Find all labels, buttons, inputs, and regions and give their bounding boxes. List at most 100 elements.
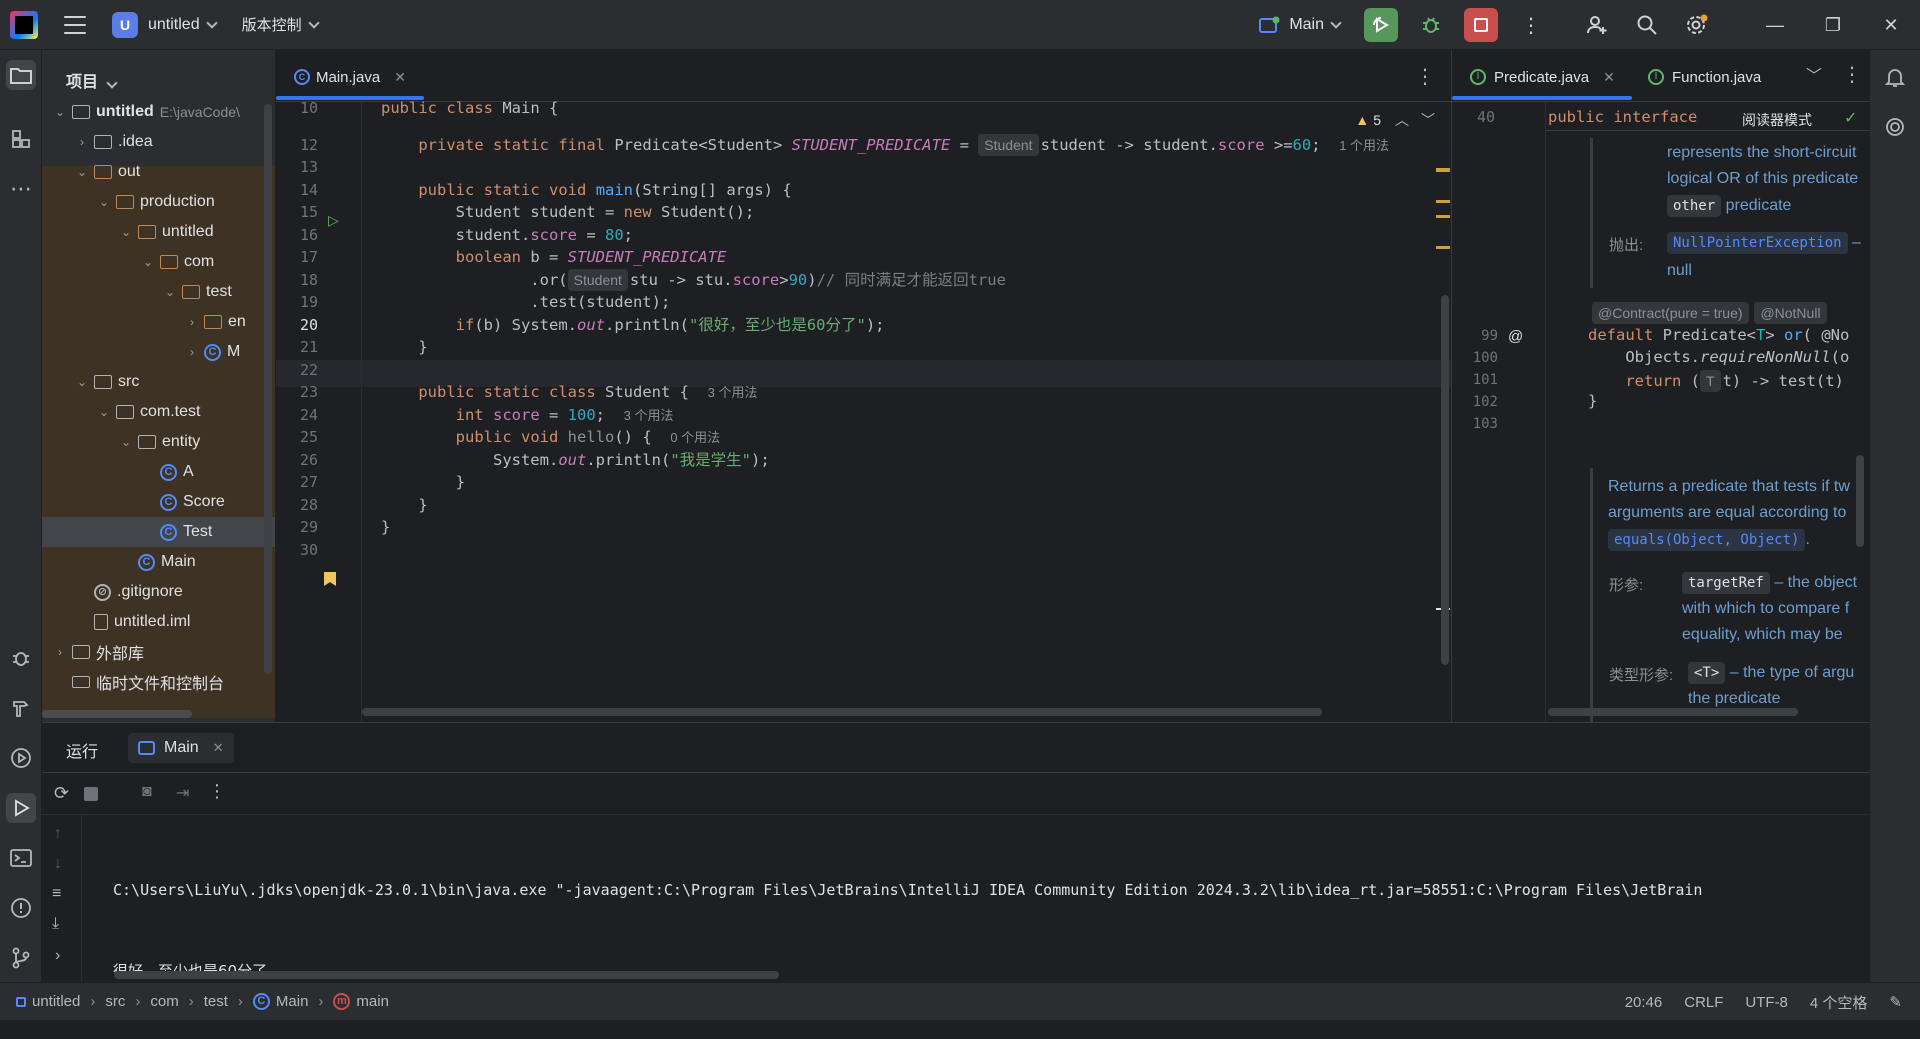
rerun-icon[interactable]: ⟳ xyxy=(54,783,69,804)
code-line[interactable]: } xyxy=(381,514,390,541)
tree-item[interactable]: ⌄ untitled E:\javaCode\ xyxy=(42,97,275,127)
tab-main-java[interactable]: C Main.java ✕ xyxy=(290,60,406,94)
project-panel-title[interactable]: 项目 xyxy=(66,68,118,92)
git-branch-icon[interactable] xyxy=(6,943,36,973)
chevron-down-icon[interactable]: ⌄ xyxy=(74,165,90,179)
code-line[interactable]: if(b) System.out.println("很好，至少也是60分了"); xyxy=(381,312,885,339)
breadcrumb-item[interactable]: m main xyxy=(333,993,389,1010)
tree-item[interactable]: C Score xyxy=(42,487,275,517)
chevron-down-icon[interactable]: ⌄ xyxy=(52,105,68,119)
more-actions-icon[interactable]: ⋮ xyxy=(1514,8,1548,42)
breadcrumb-item[interactable]: C Main xyxy=(252,993,308,1010)
tree-item[interactable]: ⌄ com.test xyxy=(42,397,275,427)
more-tools-icon[interactable]: ⋯ xyxy=(6,174,36,204)
scroll-to-end-icon[interactable]: ⤓ xyxy=(52,915,59,933)
exit-icon[interactable]: ⇥ xyxy=(176,783,189,803)
chevron-down-icon[interactable]: ⌄ xyxy=(118,435,134,449)
line-separator[interactable]: CRLF xyxy=(1684,994,1723,1011)
warning-stripe[interactable] xyxy=(1436,246,1450,249)
breadcrumb-item[interactable]: com xyxy=(150,993,178,1010)
terminal-icon[interactable] xyxy=(6,843,36,873)
close-window-icon[interactable]: ✕ xyxy=(1862,0,1920,50)
tree-item[interactable]: CA xyxy=(42,457,275,487)
search-icon[interactable] xyxy=(1630,8,1664,42)
chevron-right-icon[interactable]: › xyxy=(74,135,90,149)
settings-gear-icon[interactable] xyxy=(1680,8,1714,42)
breadcrumb-item[interactable]: src xyxy=(105,993,125,1010)
warning-stripe[interactable] xyxy=(1436,215,1450,218)
tree-item[interactable]: ⌄ out xyxy=(42,157,275,187)
debug-tool-icon[interactable] xyxy=(6,643,36,673)
chevron-down-icon[interactable]: ⌄ xyxy=(118,225,134,239)
problems-icon[interactable] xyxy=(6,893,36,923)
run-config-selector[interactable]: Main xyxy=(1259,0,1342,50)
split-vertical-scrollbar[interactable] xyxy=(1856,455,1864,547)
notifications-bell-icon[interactable] xyxy=(1880,62,1910,92)
chevron-down-icon[interactable]: ⌄ xyxy=(96,195,112,209)
indent-setting[interactable]: 4 个空格 xyxy=(1810,992,1868,1013)
project-badge[interactable]: U xyxy=(112,11,138,38)
tree-item[interactable]: ⌄ test xyxy=(42,277,275,307)
tree-item[interactable]: ⌄ src xyxy=(42,367,275,397)
code-line[interactable]: Objects.requireNonNull(o xyxy=(1588,348,1849,366)
vertical-scrollbar[interactable] xyxy=(264,104,272,674)
editor-vertical-scrollbar[interactable] xyxy=(1441,295,1449,665)
chevron-right-icon[interactable]: › xyxy=(184,315,200,329)
breadcrumb-item[interactable]: untitled xyxy=(16,993,80,1010)
minimize-icon[interactable]: — xyxy=(1746,0,1804,50)
chevron-down-icon[interactable]: ⌄ xyxy=(140,255,156,269)
tree-item[interactable]: ⌄ entity xyxy=(42,427,275,457)
arrow-down-icon[interactable]: ↓ xyxy=(54,855,62,873)
prev-highlight-icon[interactable]: ︿ xyxy=(1395,110,1409,130)
tree-item[interactable]: untitled.iml xyxy=(42,607,275,637)
debug-button[interactable] xyxy=(1414,8,1448,42)
chevron-down-icon[interactable]: ⌄ xyxy=(74,375,90,389)
tree-item[interactable]: › 外部库 xyxy=(42,637,275,667)
camera-icon[interactable]: ◙ xyxy=(142,783,152,801)
override-at-icon[interactable]: @ xyxy=(1508,328,1523,345)
build-hammer-icon[interactable] xyxy=(6,693,36,723)
close-tab-icon[interactable]: ✕ xyxy=(1603,69,1615,86)
inspection-widget[interactable]: ▲ 5 ︿ ﹀ xyxy=(1355,110,1435,130)
bookmark-icon[interactable] xyxy=(324,572,336,586)
tree-item[interactable]: ⌄ untitled xyxy=(42,217,275,247)
caret-position[interactable]: 20:46 xyxy=(1625,994,1663,1011)
chevron-down-icon[interactable]: ⌄ xyxy=(96,405,112,419)
arrow-up-icon[interactable]: ↑ xyxy=(54,825,62,843)
project-folder-icon[interactable] xyxy=(6,60,36,90)
code-line[interactable]: default Predicate<T> or( @No xyxy=(1588,326,1849,344)
tree-item[interactable]: ⌄ production xyxy=(42,187,275,217)
breadcrumb-item[interactable]: test xyxy=(204,993,228,1010)
add-user-icon[interactable] xyxy=(1580,8,1614,42)
editor-horizontal-scrollbar[interactable] xyxy=(362,708,1322,716)
equals-link[interactable]: equals(Object, Object) xyxy=(1608,529,1806,551)
tree-item[interactable]: › C M xyxy=(42,337,275,367)
project-selector[interactable]: untitled xyxy=(148,0,218,50)
console-horizontal-scrollbar[interactable] xyxy=(114,971,779,979)
expand-icon[interactable]: › xyxy=(55,947,60,965)
tree-item[interactable]: ⌄ com xyxy=(42,247,275,277)
run-tool-icon[interactable] xyxy=(6,793,36,823)
rerun-button[interactable] xyxy=(1364,8,1398,42)
tab-function-java[interactable]: I Function.java xyxy=(1648,60,1761,94)
tab-predicate-java[interactable]: I Predicate.java ✕ xyxy=(1470,60,1615,94)
chevron-right-icon[interactable]: › xyxy=(52,645,68,659)
chevron-right-icon[interactable]: › xyxy=(184,345,200,359)
close-tab-icon[interactable]: ✕ xyxy=(394,69,406,86)
warning-stripe[interactable] xyxy=(1436,168,1450,172)
tree-item[interactable]: C Test xyxy=(42,517,275,547)
warning-stripe[interactable] xyxy=(1436,200,1450,203)
vcs-menu[interactable]: 版本控制 xyxy=(242,0,320,50)
horizontal-scrollbar[interactable] xyxy=(42,710,192,718)
services-icon[interactable] xyxy=(6,743,36,773)
tab-options-icon[interactable]: ⋮ xyxy=(1842,62,1862,87)
tree-item[interactable]: 临时文件和控制台 xyxy=(42,667,275,697)
soft-wrap-icon[interactable]: ≡ xyxy=(52,885,61,903)
stop-button[interactable] xyxy=(1464,8,1498,42)
tree-item[interactable]: C Main xyxy=(42,547,275,577)
split-horizontal-scrollbar[interactable] xyxy=(1548,708,1798,716)
reader-mode-toggle[interactable]: 阅读器模式 xyxy=(1742,110,1812,130)
tree-item[interactable]: ⊘ .gitignore xyxy=(42,577,275,607)
more-actions-icon[interactable]: ⋮ xyxy=(208,781,226,802)
tabs-dropdown-icon[interactable]: ﹀ xyxy=(1806,62,1822,86)
